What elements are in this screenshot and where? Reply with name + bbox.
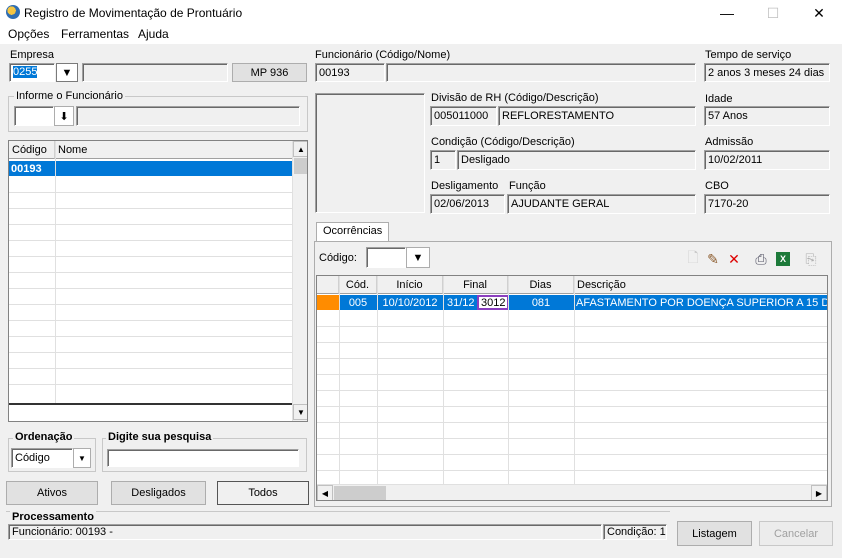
h-scroll-thumb[interactable] <box>334 486 386 500</box>
informe-input[interactable] <box>14 106 54 126</box>
menu-ajuda[interactable]: Ajuda <box>136 27 171 41</box>
ativos-label: Ativos <box>37 487 67 499</box>
desligados-button[interactable]: Desligados <box>111 481 206 505</box>
chevron-down-icon: ▼ <box>412 251 424 264</box>
ordenacao-dropdown-icon[interactable]: ▼ <box>73 448 91 468</box>
excel-export-icon[interactable]: X <box>774 250 792 268</box>
tempo-servico-field: 2 anos 3 meses 24 dias <box>704 63 830 82</box>
new-document-icon[interactable]: 🗋 <box>684 249 702 268</box>
employee-photo <box>315 93 425 213</box>
cell-final-editor[interactable]: 3012 <box>477 295 509 310</box>
col-header-dias[interactable]: Dias <box>508 276 574 294</box>
ocorrencias-h-scrollbar[interactable]: ◀ ▶ <box>317 484 827 500</box>
empresa-code-input[interactable]: 0255 <box>9 63 55 82</box>
desligamento-field: 02/06/2013 <box>430 194 505 214</box>
funcionario-name-field <box>386 63 696 82</box>
informe-download-button[interactable]: ⬇ <box>54 106 74 126</box>
condicao-desc-field: Desligado <box>457 150 696 170</box>
empresa-dropdown-button[interactable]: ▼ <box>56 63 78 82</box>
condicao-label: Condição (Código/Descrição) <box>431 136 575 148</box>
empresa-code-value: 0255 <box>13 66 38 78</box>
todos-button[interactable]: Todos <box>217 481 309 505</box>
todos-label: Todos <box>248 487 278 499</box>
ocorrencias-grid[interactable]: Cód. Início Final Dias Descrição 005 10/… <box>316 275 828 501</box>
processamento-status: Funcionário: 00193 - <box>8 524 602 540</box>
edit-pencil-icon[interactable]: ✎ <box>704 250 722 268</box>
col-header-codigo[interactable]: Código <box>9 141 55 159</box>
funcao-field: AJUDANTE GERAL <box>507 194 696 214</box>
preview-icon[interactable]: ⎘ <box>802 250 820 268</box>
admissao-field: 10/02/2011 <box>704 150 830 170</box>
empresa-name-field <box>82 63 228 82</box>
listagem-button[interactable]: Listagem <box>677 521 752 546</box>
idade-label: Idade <box>705 93 733 105</box>
processamento-condicao: Condição: 1 <box>603 524 667 540</box>
desligamento-label: Desligamento <box>431 180 499 192</box>
chevron-down-icon: ▼ <box>61 66 73 79</box>
maximize-button[interactable]: ☐ <box>750 0 796 26</box>
left-grid-scrollbar[interactable]: ▲ ▼ <box>292 141 307 421</box>
idade-field: 57 Anos <box>704 106 830 126</box>
cell-descricao: AFASTAMENTO POR DOENÇA SUPERIOR A 15 DIA… <box>576 296 828 309</box>
funcionarios-grid[interactable]: Código Nome 00193 ▲ ▼ <box>8 140 308 422</box>
ocorrencias-codigo-input[interactable] <box>366 247 406 268</box>
col-header-descricao[interactable]: Descrição <box>574 276 827 294</box>
col-header-nome[interactable]: Nome <box>55 141 293 159</box>
ordenacao-label: Ordenação <box>13 431 75 443</box>
informe-label: Informe o Funcionário <box>14 90 125 102</box>
cell-dias: 081 <box>531 296 551 309</box>
col-header-inicio[interactable]: Início <box>377 276 443 294</box>
divisao-code-field: 005011000 <box>430 106 497 126</box>
row-indicator <box>317 295 339 310</box>
ativos-button[interactable]: Ativos <box>6 481 98 505</box>
scroll-right-icon[interactable]: ▶ <box>811 485 827 500</box>
arrow-down-icon: ⬇ <box>59 110 69 123</box>
pesquisa-label: Digite sua pesquisa <box>106 431 214 443</box>
menu-ferramentas[interactable]: Ferramentas <box>59 27 131 41</box>
ocorrencias-dropdown-button[interactable]: ▼ <box>406 247 430 268</box>
scroll-left-icon[interactable]: ◀ <box>317 485 333 500</box>
scroll-down-icon[interactable]: ▼ <box>293 404 307 420</box>
cbo-field: 7170-20 <box>704 194 830 214</box>
window-title: Registro de Movimentação de Prontuário <box>24 6 243 20</box>
divisao-desc-field: REFLORESTAMENTO <box>498 106 696 126</box>
cell-final-date: 31/12 <box>447 296 475 309</box>
admissao-label: Admissão <box>705 136 754 148</box>
menu-opcoes[interactable]: Opções <box>6 27 51 41</box>
processamento-label: Processamento <box>10 511 96 523</box>
col-header-marker <box>317 276 339 294</box>
cell-cod: 005 <box>348 296 368 309</box>
informe-name-field <box>76 106 300 126</box>
cell-codigo: 00193 <box>11 162 42 175</box>
condicao-code-field: 1 <box>430 150 456 170</box>
scroll-thumb[interactable] <box>294 158 307 174</box>
print-icon[interactable]: ⎙ <box>752 250 770 268</box>
cell-inicio: 10/10/2012 <box>382 296 438 309</box>
funcionario-label: Funcionário (Código/Nome) <box>315 49 451 61</box>
pesquisa-input[interactable] <box>107 449 299 467</box>
minimize-button[interactable]: — <box>704 0 750 26</box>
menu-bar: Opções Ferramentas Ajuda <box>0 26 842 44</box>
mp936-button[interactable]: MP 936 <box>232 63 307 82</box>
title-bar: Registro de Movimentação de Prontuário —… <box>0 0 842 26</box>
desligados-label: Desligados <box>131 487 186 499</box>
col-header-final[interactable]: Final <box>443 276 508 294</box>
cbo-label: CBO <box>705 180 729 192</box>
col-header-cod[interactable]: Cód. <box>339 276 377 294</box>
tab-ocorrencias[interactable]: Ocorrências <box>316 222 390 242</box>
empresa-label: Empresa <box>10 49 55 61</box>
delete-icon[interactable]: ✕ <box>725 250 743 268</box>
funcionario-code-field: 00193 <box>315 63 385 82</box>
ocorrencias-codigo-label: Código: <box>319 252 357 264</box>
close-button[interactable]: ✕ <box>796 0 842 26</box>
app-icon <box>6 5 20 19</box>
divisao-label: Divisão de RH (Código/Descrição) <box>431 92 599 104</box>
scroll-up-icon[interactable]: ▲ <box>293 141 307 157</box>
table-row[interactable]: 005 10/10/2012 31/12 3012 081 AFASTAMENT… <box>339 295 828 310</box>
funcao-label: Função <box>509 180 546 192</box>
cancelar-button[interactable]: Cancelar <box>759 521 833 546</box>
table-row[interactable]: 00193 <box>9 161 292 176</box>
ordenacao-select[interactable]: Código <box>11 448 73 468</box>
tempo-servico-label: Tempo de serviço <box>705 49 792 61</box>
